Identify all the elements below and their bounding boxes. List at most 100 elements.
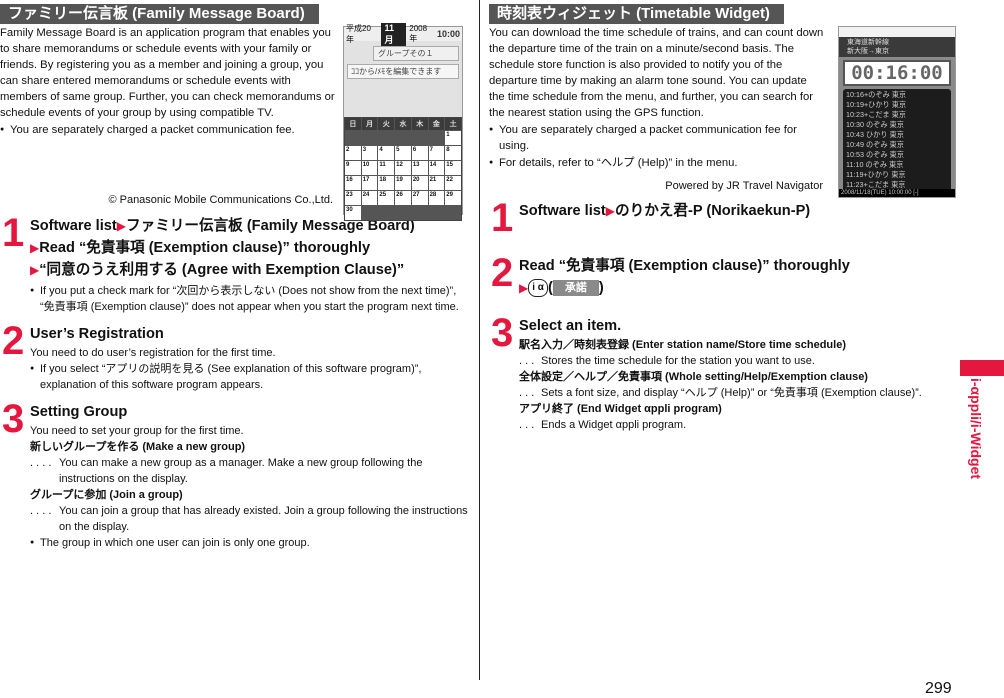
- weekday-header: 木: [411, 118, 428, 130]
- step-heading: Select an item.: [519, 318, 622, 334]
- leader-dots: . . .: [519, 355, 535, 367]
- calendar-day: [411, 131, 428, 145]
- calendar-day: 7: [428, 146, 445, 160]
- calendar-day: 19: [395, 176, 411, 190]
- calendar-day: 10: [361, 161, 378, 175]
- step-1: 1 Software list▶ファミリー伝言板 (Family Message…: [0, 211, 470, 315]
- calendar-day: [378, 131, 395, 145]
- calendar-day: [361, 206, 378, 220]
- weekday-header: 土: [445, 118, 461, 130]
- year-label: 2008年: [409, 24, 428, 43]
- option-desc: . . . . You can join a group that has alr…: [30, 503, 470, 535]
- page-number: 299: [925, 680, 952, 697]
- calendar-grid: 日月火水木金土 1 2 3 4 5 6 7 8 9 10 11 12 13 14 15 16 17 18 19 20 21…: [344, 117, 462, 221]
- step-note: The group in which one user can join is …: [30, 535, 470, 551]
- calendar-day: 30: [345, 206, 361, 220]
- calendar-day: 24: [361, 191, 378, 205]
- train-row: 10:49 のぞみ 東京: [846, 140, 904, 149]
- train-row: 10:23+こだま 東京: [846, 110, 906, 119]
- option-desc: . . . . You can make a new group as a man…: [30, 455, 470, 487]
- step-2: 2 Read “免責事項 (Exemption clause)” thoroug…: [489, 253, 929, 315]
- arrow-icon: ▶: [30, 241, 40, 255]
- train-row: 11:19+ひかり 東京: [846, 170, 906, 179]
- widget-top: [839, 27, 955, 37]
- section-title: ファミリー伝言板 (Family Message Board): [0, 4, 319, 24]
- leader-dots: . . .: [519, 387, 535, 399]
- calendar-day: 28: [428, 191, 445, 205]
- train-row: 10:43 ひかり 東京: [846, 130, 904, 139]
- weekday-header: 月: [361, 118, 378, 130]
- option-label: グループに参加 (Join a group): [30, 489, 183, 501]
- arrow-icon: ▶: [519, 281, 529, 295]
- step-action: Read “免責事項 (Exemption clause)” thoroughl…: [39, 240, 371, 256]
- calendar-day: 6: [411, 146, 428, 160]
- step-number: 3: [2, 397, 25, 441]
- calendar-day: [445, 206, 461, 220]
- step-number: 1: [491, 196, 514, 240]
- menu-path: Software list: [519, 203, 606, 219]
- side-tab-marker: [960, 360, 1004, 376]
- step-number: 2: [2, 319, 25, 363]
- note: For details, refer to “ヘルプ (Help)” in th…: [489, 155, 824, 171]
- step-1: 1 Software list▶のりかえ君-P (Norikaekun-P): [489, 196, 929, 252]
- calendar-day: [428, 131, 445, 145]
- option-text: Ends a Widget αppli program.: [541, 419, 687, 431]
- calendar-day: 9: [345, 161, 361, 175]
- route-header: 東海道新幹線 新大阪→東京: [839, 37, 955, 57]
- group-name: グループその１: [373, 46, 459, 61]
- calendar-day: 27: [411, 191, 428, 205]
- option-desc: . . . Stores the time schedule for the st…: [519, 353, 929, 369]
- train-line: 東海道新幹線: [847, 39, 889, 46]
- arrow-icon: ▶: [30, 263, 40, 277]
- calendar-day: 4: [378, 146, 395, 160]
- calendar-day: 5: [395, 146, 411, 160]
- option-desc: . . . Ends a Widget αppli program.: [519, 417, 929, 433]
- option-label: 駅名入力／時刻表登録 (Enter station name/Store tim…: [519, 339, 846, 351]
- step-number: 3: [491, 311, 514, 355]
- clock: 10:00: [436, 29, 460, 39]
- family-board-screenshot: 平成20年 11月 2008年 10:00 グループその１ ｺｺから/ﾒﾓを編集…: [343, 22, 463, 221]
- section-title: 時刻表ウィジェット (Timetable Widget): [489, 4, 784, 24]
- menu-item: のりかえ君-P (Norikaekun-P): [615, 203, 811, 219]
- i-alpha-key-icon: i α: [528, 279, 548, 298]
- calendar-topbar: 平成20年 11月 2008年 10:00: [344, 22, 462, 46]
- option-text: Stores the time schedule for the station…: [541, 355, 815, 367]
- train-list: 10:16+のぞみ 東京 10:19+ひかり 東京 10:23+こだま 東京 10:3…: [843, 89, 951, 195]
- note: You are separately charged a packet comm…: [489, 122, 824, 154]
- column-divider: [479, 0, 480, 680]
- side-tab-label: i-αppli/i-Widget: [968, 378, 984, 480]
- calendar-day: [395, 131, 411, 145]
- accept-softkey: 承諾: [552, 280, 599, 297]
- note: You are separately charged a packet comm…: [0, 122, 335, 138]
- calendar-day: 11: [378, 161, 395, 175]
- step-number: 1: [2, 211, 25, 255]
- calendar-day: 16: [345, 176, 361, 190]
- edit-hint: ｺｺから/ﾒﾓを編集できます: [347, 64, 459, 79]
- option-label: アプリ終了 (End Widget αppli program): [519, 403, 722, 415]
- weekday-header: 火: [378, 118, 395, 130]
- leader-dots: . . . .: [30, 505, 52, 517]
- calendar-day: 22: [445, 176, 461, 190]
- calendar-day: 29: [445, 191, 461, 205]
- step-note: If you put a check mark for “次回から表示しない (…: [30, 283, 470, 315]
- option-text: You can join a group that has already ex…: [59, 505, 468, 533]
- calendar-day: 13: [411, 161, 428, 175]
- calendar-day: [428, 206, 445, 220]
- leader-dots: . . . .: [30, 457, 52, 469]
- train-row: 10:30 のぞみ 東京: [846, 120, 904, 129]
- calendar-day: 12: [395, 161, 411, 175]
- calendar-day: 18: [378, 176, 395, 190]
- calendar-day: 1: [445, 131, 461, 145]
- calendar-day: 2: [345, 146, 361, 160]
- calendar-day: 17: [361, 176, 378, 190]
- arrow-icon: ▶: [116, 219, 127, 233]
- powered-by-credit: Powered by JR Travel Navigator: [665, 180, 823, 192]
- step-note: If you select “アプリの説明を見る (See explanatio…: [30, 361, 470, 393]
- menu-path: Software list: [30, 218, 117, 234]
- countdown-display: 00:16:00: [843, 60, 951, 86]
- memo-area: グループその１ ｺｺから/ﾒﾓを編集できます: [344, 41, 462, 117]
- month-label: 11月: [380, 22, 407, 46]
- step-body: You need to do user’s registration for t…: [30, 347, 276, 359]
- step-action: “同意のうえ利用する (Agree with Exemption Clause)…: [39, 262, 405, 278]
- route: 新大阪→東京: [847, 48, 889, 55]
